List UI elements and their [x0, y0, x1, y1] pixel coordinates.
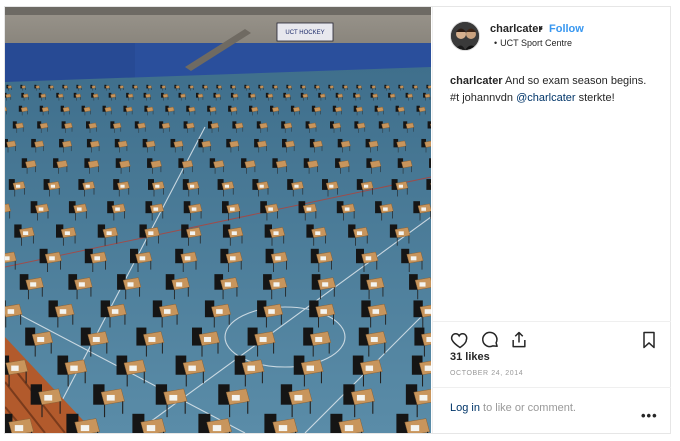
post-sidebar: charlcater • Follow • UCT Sport Centre ch…	[432, 7, 671, 434]
hockey-banner: UCT HOCKEY	[285, 30, 324, 36]
post-location[interactable]: • UCT Sport Centre	[494, 38, 572, 48]
post-username[interactable]: charlcater	[490, 23, 543, 35]
share-icon[interactable]	[509, 330, 529, 350]
comment-icon[interactable]	[480, 330, 500, 350]
bookmark-icon[interactable]	[639, 330, 659, 350]
location-label[interactable]: UCT Sport Centre	[500, 38, 572, 48]
caption-mention[interactable]: @charlcater	[516, 92, 575, 104]
exam-hall-photo: UCT HOCKEY	[5, 7, 431, 433]
post-caption: charlcater And so exam season begins. #t…	[450, 73, 655, 107]
location-bullet: •	[494, 38, 498, 48]
instagram-post: UCT HOCKEY charlcater • Follow • UCT Spo…	[4, 6, 671, 434]
login-link[interactable]: Log in	[450, 402, 480, 414]
login-rest: to like or comment.	[479, 402, 576, 414]
follow-button[interactable]: Follow	[549, 23, 584, 35]
post-photo[interactable]: UCT HOCKEY	[5, 7, 431, 433]
heart-icon[interactable]	[450, 330, 470, 350]
login-bar: Log in to like or comment. •••	[433, 387, 671, 434]
more-options-icon[interactable]: •••	[641, 408, 658, 423]
avatar[interactable]	[450, 21, 480, 51]
caption-username[interactable]: charlcater	[450, 75, 503, 87]
post-date: OCTOBER 24, 2014	[450, 370, 524, 377]
separator-dot: •	[539, 23, 543, 35]
post-header: charlcater • Follow • UCT Sport Centre	[433, 7, 671, 63]
like-count[interactable]: 31 likes	[450, 351, 490, 363]
caption-tail: sterkte!	[575, 92, 615, 104]
login-prompt: Log in to like or comment.	[450, 402, 576, 414]
